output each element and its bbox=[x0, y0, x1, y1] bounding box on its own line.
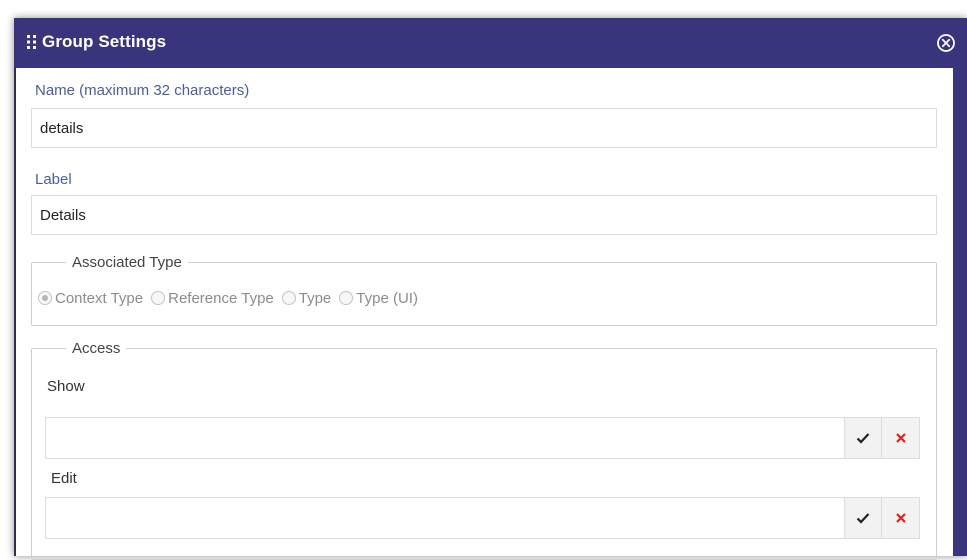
dialog-body: Name (maximum 32 characters) Label Assoc… bbox=[16, 68, 953, 560]
edit-input[interactable] bbox=[45, 497, 844, 539]
radio-type[interactable]: Type bbox=[281, 289, 332, 307]
dialog-right-border bbox=[953, 68, 967, 556]
label-input[interactable] bbox=[31, 195, 937, 235]
associated-type-legend: Associated Type bbox=[72, 254, 182, 271]
name-input[interactable] bbox=[31, 108, 937, 148]
show-input-group bbox=[45, 417, 920, 459]
radio-type-ui[interactable]: Type (UI) bbox=[339, 290, 418, 307]
radio-button-icon[interactable] bbox=[151, 291, 166, 305]
show-clear-button[interactable] bbox=[882, 417, 920, 459]
x-icon bbox=[895, 433, 906, 443]
edit-clear-button[interactable] bbox=[882, 497, 920, 539]
radio-button-icon[interactable] bbox=[281, 291, 296, 305]
radio-label: Type (UI) bbox=[356, 289, 418, 307]
edit-label: Edit bbox=[51, 470, 77, 487]
drag-handle-icon[interactable] bbox=[26, 34, 38, 50]
show-label: Show bbox=[47, 378, 85, 395]
close-circle-icon[interactable] bbox=[936, 33, 956, 53]
dialog-title: Group Settings bbox=[42, 32, 167, 51]
associated-type-radio-group: Context Type Reference Type Type Type (U… bbox=[38, 287, 426, 309]
edit-confirm-button[interactable] bbox=[844, 497, 882, 539]
check-icon bbox=[856, 513, 870, 524]
radio-label: Reference Type bbox=[168, 289, 274, 307]
show-input[interactable] bbox=[45, 417, 844, 459]
associated-type-fieldset: Associated Type Context Type Reference T… bbox=[31, 254, 937, 326]
access-legend: Access bbox=[72, 340, 121, 357]
radio-label: Context Type bbox=[55, 289, 144, 307]
radio-button-icon[interactable] bbox=[339, 291, 354, 305]
show-confirm-button[interactable] bbox=[844, 417, 882, 459]
radio-button-icon[interactable] bbox=[38, 291, 52, 305]
x-icon bbox=[895, 513, 906, 523]
radio-label: Type bbox=[298, 289, 332, 307]
edit-input-group bbox=[45, 497, 920, 539]
radio-reference-type[interactable]: Reference Type bbox=[151, 290, 274, 307]
radio-context-type[interactable]: Context Type bbox=[38, 290, 143, 307]
dialog-titlebar[interactable]: Group Settings bbox=[14, 18, 967, 68]
label-label: Label bbox=[35, 171, 72, 188]
name-label: Name (maximum 32 characters) bbox=[35, 82, 250, 99]
group-settings-dialog: Group Settings Name (maximum 32 characte… bbox=[14, 18, 967, 560]
check-icon bbox=[856, 433, 870, 444]
